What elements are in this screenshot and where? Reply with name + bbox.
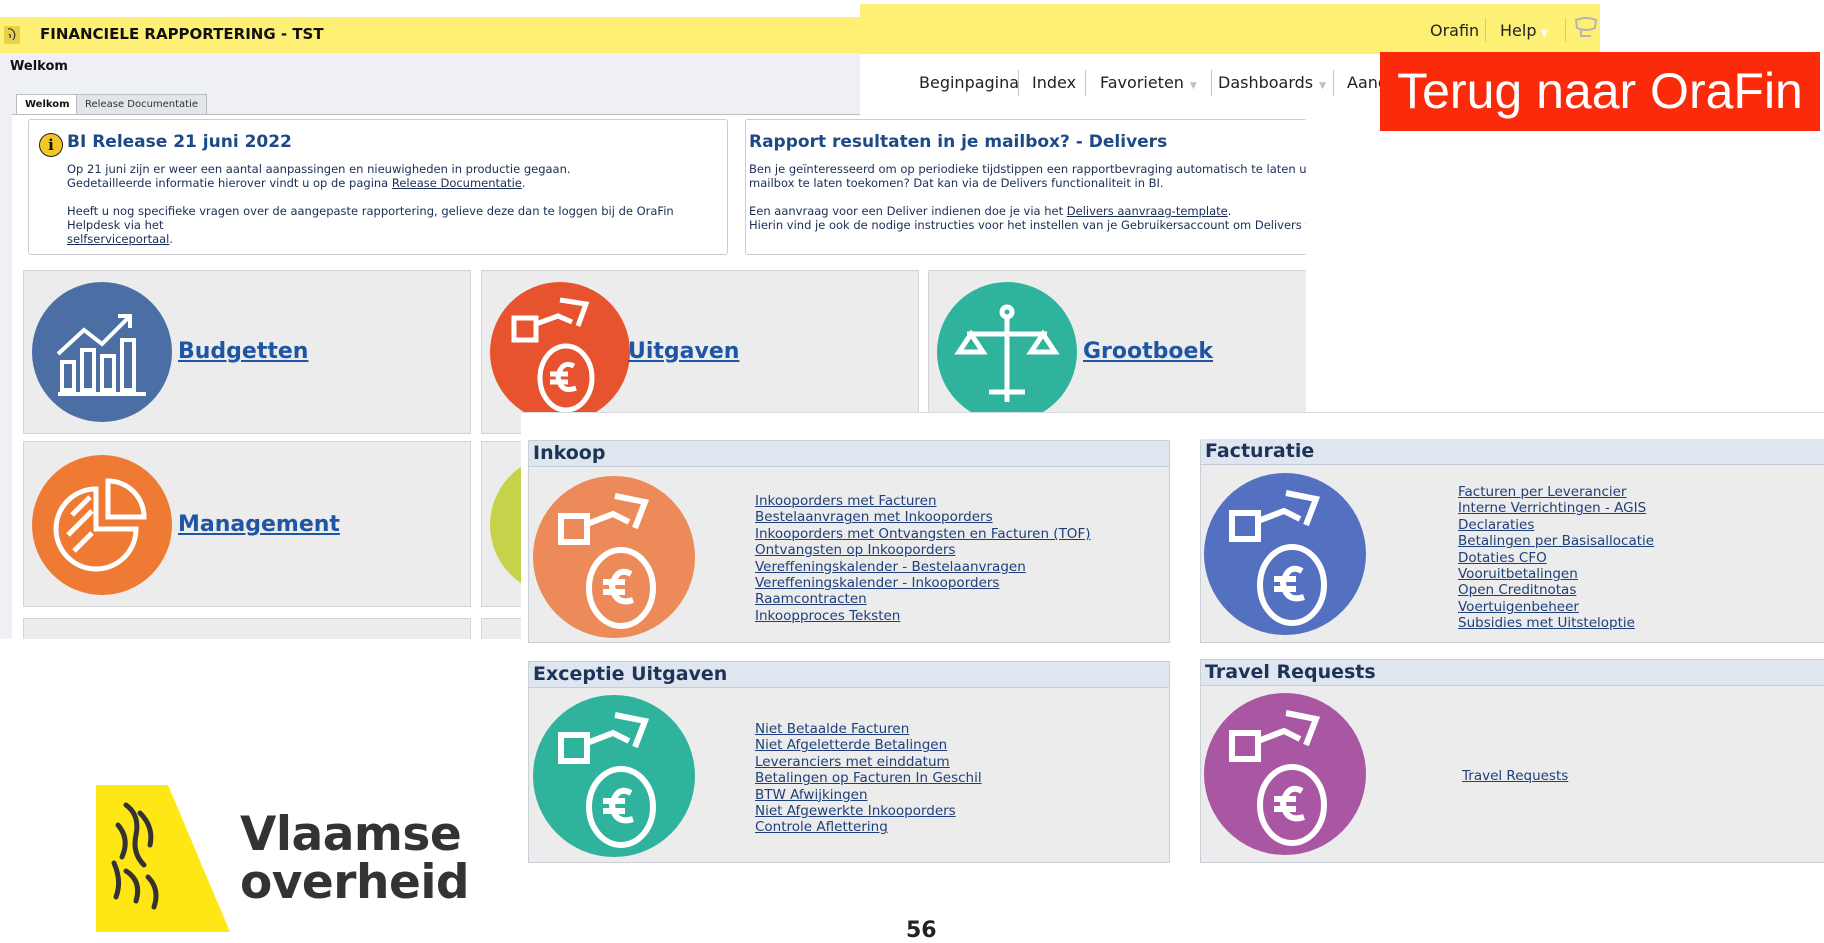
report-link[interactable]: Betalingen per Basisallocatie [1458, 533, 1654, 549]
delivers-notice-title: Rapport resultaten in je mailbox? - Deli… [749, 132, 1168, 152]
panel-exceptie-uitgaven: Exceptie Uitgaven Niet Betaalde Facturen… [528, 661, 1170, 863]
report-link[interactable]: Bestelaanvragen met Inkooporders [755, 509, 1090, 525]
page-heading: Welkom [10, 59, 68, 74]
uitgaven-link[interactable]: Uitgaven [628, 339, 739, 364]
report-link[interactable]: Niet Afgewerkte Inkooporders [755, 803, 982, 819]
panel-inkoop: Inkoop Inkooporders met Facturen Bestela… [528, 440, 1170, 643]
back-to-orafin-button[interactable]: Terug naar OraFin [1380, 52, 1820, 131]
facturatie-links: Facturen per Leverancier Interne Verrich… [1458, 484, 1654, 632]
delivers-line-3: Een aanvraag voor een Deliver indienen d… [749, 204, 1232, 218]
report-link[interactable]: Vooruitbetalingen [1458, 566, 1654, 582]
release-notice-text: Op 21 juni zijn er weer een aantal aanpa… [67, 162, 717, 246]
report-link[interactable]: Controle Aflettering [755, 819, 982, 835]
release-documentatie-link[interactable]: Release Documentatie [392, 176, 522, 190]
nav-index[interactable]: Index [1032, 73, 1076, 92]
panel-facturatie: Facturatie Facturen per Leverancier Inte… [1200, 439, 1824, 643]
nav-favorieten[interactable]: Favorieten ▼ [1100, 73, 1197, 92]
management-link[interactable]: Management [178, 512, 340, 537]
release-line-4: selfserviceportaal. [67, 232, 174, 246]
tile-grootboek[interactable]: Grootboek [928, 270, 1306, 434]
slide-number: 56 [906, 918, 937, 943]
report-link[interactable]: Subsidies met Uitsteloptie [1458, 615, 1654, 631]
panel-inkoop-title: Inkoop [529, 441, 1169, 467]
report-link[interactable]: Raamcontracten [755, 591, 1090, 607]
report-link[interactable]: Inkoopproces Teksten [755, 608, 1090, 624]
tile-uitgaven[interactable]: Uitgaven [481, 270, 919, 434]
delivers-notice-text: Ben je geïnteresseerd om op periodieke t… [749, 162, 1306, 232]
report-link[interactable]: Niet Afgeletterde Betalingen [755, 737, 982, 753]
chevron-down-icon: ▼ [1540, 28, 1549, 39]
release-line-2: Gedetailleerde informatie hierover vindt… [67, 176, 526, 190]
panel-travel-requests: Travel Requests Travel Requests [1200, 659, 1824, 863]
top-yellow-bar: Orafin Help ▼ [860, 4, 1600, 54]
report-link[interactable]: Betalingen op Facturen In Geschil [755, 770, 982, 786]
delivers-template-link[interactable]: Delivers aanvraag-template [1067, 204, 1228, 218]
budgetten-link[interactable]: Budgetten [178, 339, 308, 364]
orafin-link[interactable]: Orafin [1430, 21, 1479, 40]
travel-links: Travel Requests [1462, 768, 1568, 784]
selfserviceportaal-link[interactable]: selfserviceportaal [67, 232, 169, 246]
grootboek-link[interactable]: Grootboek [1083, 339, 1213, 364]
user-icon[interactable] [1573, 16, 1599, 38]
release-line-1: Op 21 juni zijn er weer een aantal aanpa… [67, 162, 571, 176]
report-link[interactable]: Vereffeningskalender - Bestelaanvragen [755, 559, 1090, 575]
grootboek-icon [937, 282, 1077, 422]
logo-text-vlaamse: Vlaamse [240, 807, 462, 862]
management-icon [32, 455, 172, 595]
report-link[interactable]: Interne Verrichtingen - AGIS [1458, 500, 1654, 516]
tile-budgetten[interactable]: Budgetten [23, 270, 471, 434]
exceptie-links: Niet Betaalde Facturen Niet Afgeletterde… [755, 721, 982, 836]
report-link[interactable]: Niet Betaalde Facturen [755, 721, 982, 737]
report-link[interactable]: Leveranciers met einddatum [755, 754, 982, 770]
tile-row3-left [23, 618, 471, 639]
lion-logo-icon [96, 785, 230, 932]
report-link[interactable]: Ontvangsten op Inkooporders [755, 542, 1090, 558]
panel-facturatie-title: Facturatie [1201, 439, 1824, 465]
delivers-line-1: Ben je geïnteresseerd om op periodieke t… [749, 162, 1306, 176]
tab-release-documentatie[interactable]: Release Documentatie [76, 94, 208, 115]
panel-exceptie-title: Exceptie Uitgaven [529, 662, 1169, 688]
budgetten-icon [32, 282, 172, 422]
lion-logo-icon [4, 26, 20, 44]
report-link[interactable]: Open Creditnotas [1458, 582, 1654, 598]
chevron-down-icon: ▼ [1319, 81, 1327, 91]
chevron-down-icon: ▼ [1189, 81, 1197, 91]
logo-text-overheid: overheid [240, 855, 470, 910]
money-bag-icon [533, 695, 695, 857]
money-bag-icon [1204, 473, 1366, 635]
uitgaven-icon [490, 282, 630, 422]
report-link[interactable]: Inkooporders met Facturen [755, 493, 1090, 509]
tab-welkom[interactable]: Welkom [16, 94, 79, 115]
report-link[interactable]: Dotaties CFO [1458, 550, 1654, 566]
inkoop-links: Inkooporders met Facturen Bestelaanvrage… [755, 493, 1090, 624]
nav-dashboards[interactable]: Dashboards ▼ [1218, 73, 1326, 92]
report-link[interactable]: Inkooporders met Ontvangsten en Facturen… [755, 526, 1090, 542]
report-link[interactable]: Travel Requests [1462, 768, 1568, 784]
delivers-line-4: Hierin vind je ook de nodige instructies… [749, 218, 1306, 232]
category-window: Inkoop Inkooporders met Facturen Bestela… [521, 412, 1824, 863]
app-title: FINANCIELE RAPPORTERING - TST [40, 25, 324, 43]
info-icon: i [39, 133, 63, 157]
report-link[interactable]: Vereffeningskalender - Inkooporders [755, 575, 1090, 591]
report-link[interactable]: BTW Afwijkingen [755, 787, 982, 803]
money-bag-icon [1204, 693, 1366, 855]
help-menu[interactable]: Help ▼ [1500, 21, 1548, 40]
nav-beginpagina[interactable]: Beginpagina [919, 73, 1019, 92]
release-notice: i BI Release 21 juni 2022 Op 21 juni zij… [28, 119, 728, 255]
delivers-line-2: mailbox te laten toekomen? Dat kan via d… [749, 176, 1164, 190]
report-link[interactable]: Declaraties [1458, 517, 1654, 533]
delivers-notice: Rapport resultaten in je mailbox? - Deli… [745, 119, 1306, 255]
report-link[interactable]: Facturen per Leverancier [1458, 484, 1654, 500]
tile-management[interactable]: Management [23, 441, 471, 607]
release-line-3: Heeft u nog specifieke vragen over de aa… [67, 204, 674, 232]
release-notice-title: BI Release 21 juni 2022 [67, 132, 292, 152]
report-link[interactable]: Voertuigenbeheer [1458, 599, 1654, 615]
panel-travel-title: Travel Requests [1201, 660, 1824, 686]
money-bag-icon [533, 476, 695, 638]
